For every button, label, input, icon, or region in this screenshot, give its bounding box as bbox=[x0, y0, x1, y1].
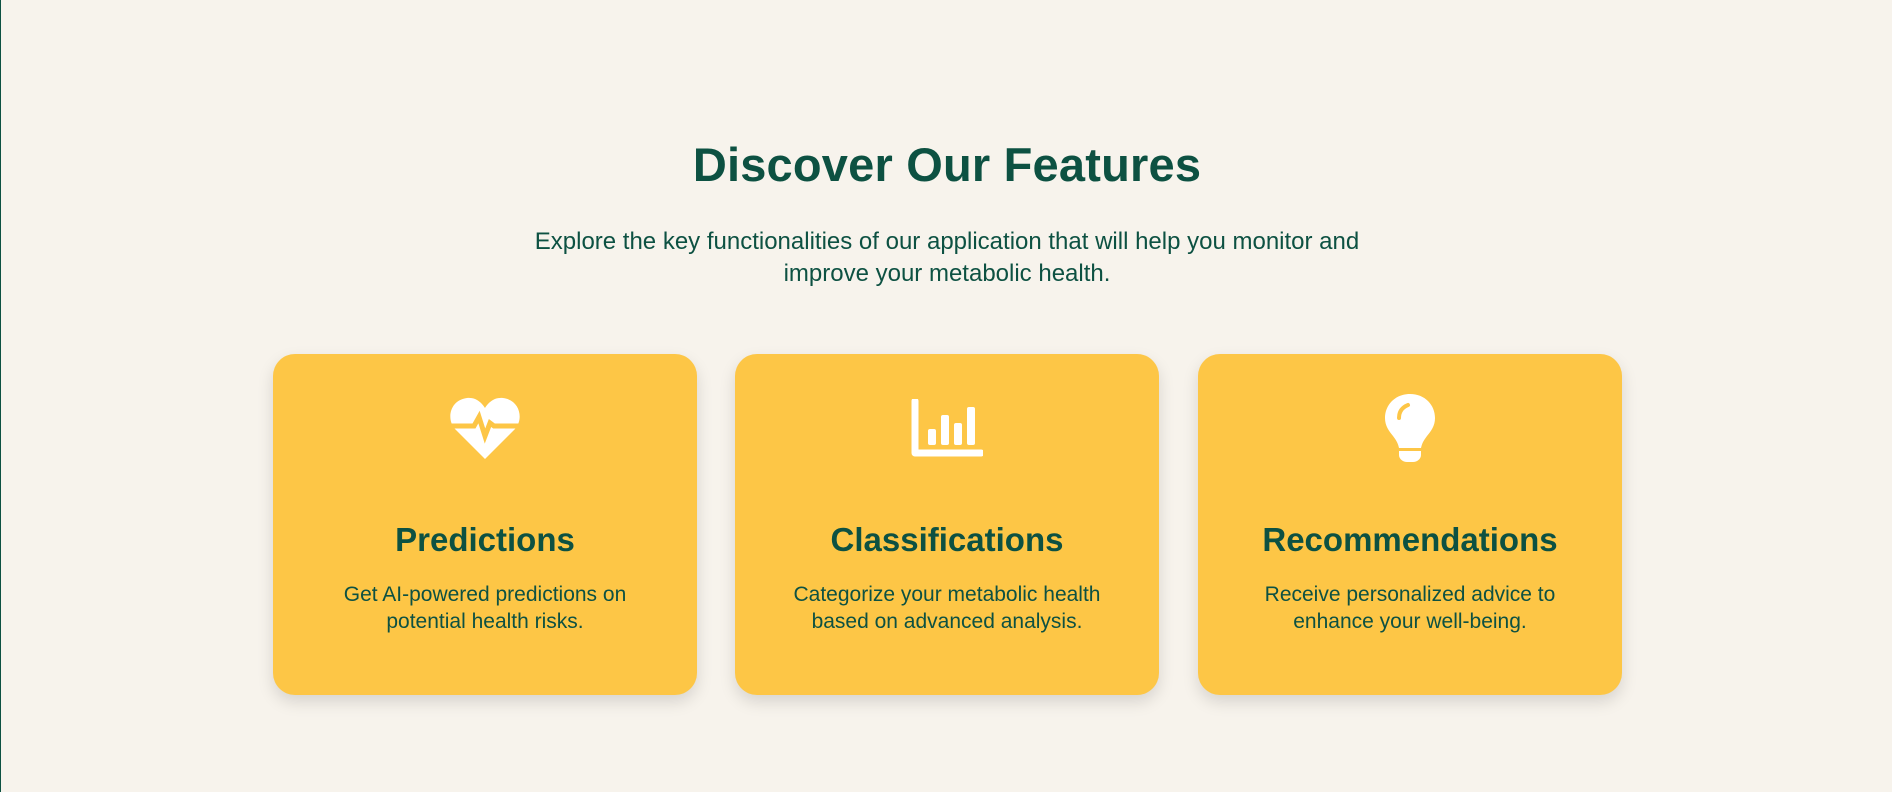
feature-description: Categorize your metabolic health based o… bbox=[793, 583, 1101, 633]
bar-chart-icon bbox=[735, 390, 1159, 466]
lightbulb-icon bbox=[1198, 390, 1622, 466]
feature-card-classifications: Classifications Categorize your metaboli… bbox=[735, 354, 1159, 695]
feature-description: Get AI-powered predictions on potential … bbox=[343, 583, 627, 633]
feature-card-recommendations: Recommendations Receive personalized adv… bbox=[1198, 354, 1622, 695]
feature-card-predictions: Predictions Get AI-powered predictions o… bbox=[273, 354, 697, 695]
section-title: Discover Our Features bbox=[692, 138, 1202, 191]
feature-description: Receive personalized advice to enhance y… bbox=[1264, 583, 1556, 633]
feature-title: Recommendations bbox=[1262, 521, 1558, 558]
features-section: Discover Our Features Explore the key fu… bbox=[1, 0, 1892, 792]
feature-title: Predictions bbox=[395, 521, 575, 558]
feature-title: Classifications bbox=[830, 521, 1064, 558]
section-subtitle: Explore the key functionalities of our a… bbox=[534, 228, 1360, 287]
feature-cards: Predictions Get AI-powered predictions o… bbox=[273, 354, 1623, 695]
heart-pulse-icon bbox=[273, 390, 697, 466]
